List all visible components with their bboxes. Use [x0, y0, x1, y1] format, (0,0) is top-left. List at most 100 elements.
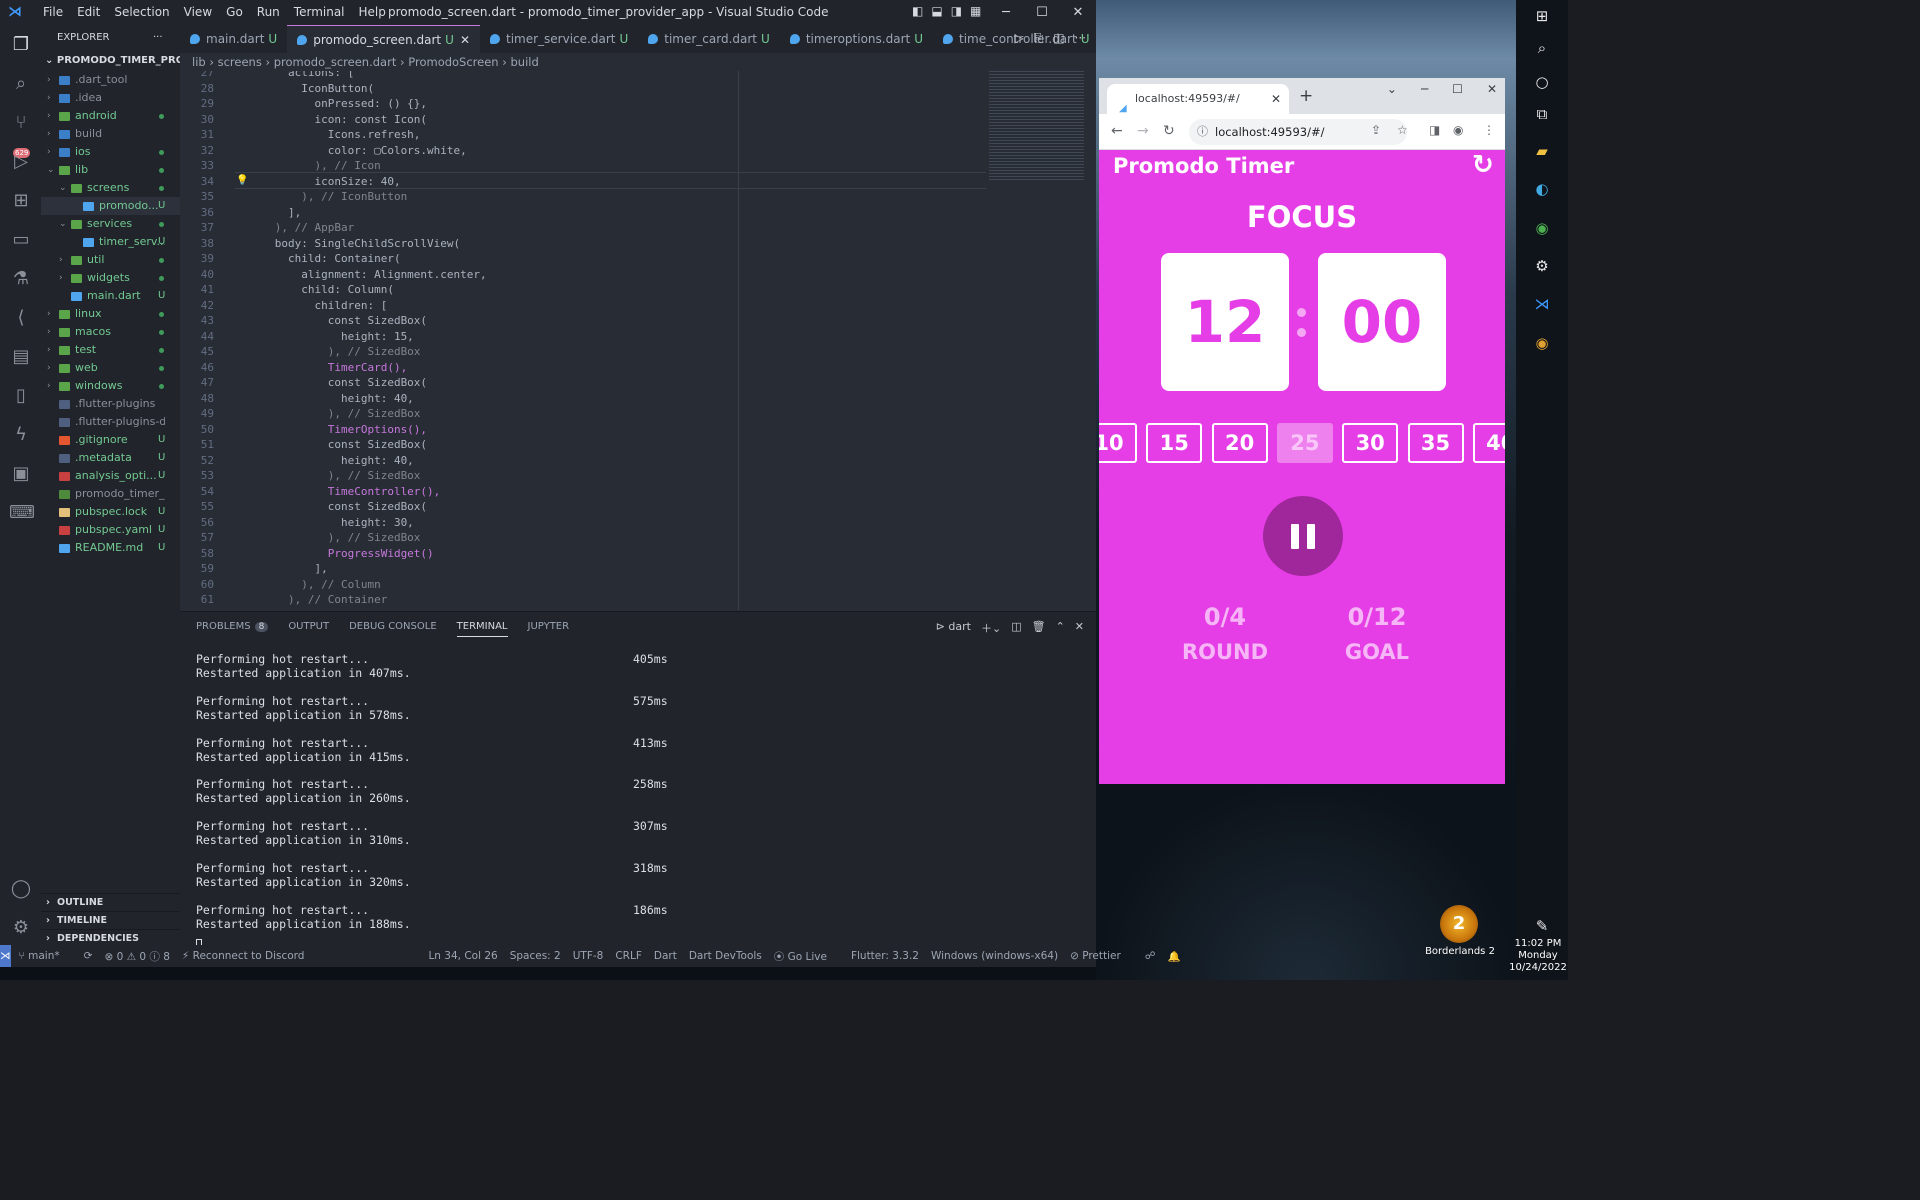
file-tree-item[interactable]: › util [41, 251, 180, 269]
edge-icon[interactable]: ◐ [1532, 179, 1552, 199]
close-panel-icon[interactable]: ✕ [1075, 620, 1084, 636]
task-view-icon[interactable]: ⧉ [1532, 104, 1552, 124]
tab-timer-card-dart[interactable]: timer_card.dart U [638, 25, 780, 53]
file-tree-item[interactable]: › web [41, 359, 180, 377]
file-tree-item[interactable]: .flutter-plugins-de... [41, 413, 180, 431]
side-panel-icon[interactable]: ◨ [1429, 123, 1440, 137]
tab-promodo-screen-dart[interactable]: promodo_screen.dart U ✕ [287, 25, 480, 53]
discord-status[interactable]: ⚡ Reconnect to Discord [182, 950, 317, 962]
profile-avatar-icon[interactable]: ◉ [1453, 123, 1463, 137]
file-tree-item[interactable]: › .dart_tool [41, 71, 180, 89]
code-editor[interactable]: 27 actions: [28 IconButton(29 onPressed:… [180, 71, 1096, 610]
file-tree-item[interactable]: analysis_opti... U [41, 467, 180, 485]
file-tree-item[interactable]: › linux [41, 305, 180, 323]
panel-tab-terminal[interactable]: TERMINAL [456, 621, 508, 637]
pen-icon[interactable]: ✎ [1532, 916, 1552, 936]
open-changes-icon[interactable]: ⎘ [1034, 31, 1044, 46]
file-tree-item[interactable]: main.dart U [41, 287, 180, 305]
testing-icon[interactable]: ⚗ [9, 267, 33, 291]
file-tree-item[interactable]: README.md U [41, 539, 180, 557]
file-explorer-icon[interactable]: ▰ [1532, 141, 1552, 161]
file-tree-item[interactable]: › ios [41, 143, 180, 161]
browser-tab[interactable]: ◢ localhost:49593/#/ ✕ [1107, 84, 1289, 114]
file-tree-item[interactable]: › test [41, 341, 180, 359]
taskbar-search-icon[interactable]: ⌕ [1532, 38, 1552, 58]
new-terminal-icon[interactable]: ＋⌄ [981, 620, 1001, 636]
toggle-panel-icon[interactable]: ⬓ [931, 4, 942, 18]
file-tree-item[interactable]: promodo... U [41, 197, 180, 215]
share-icon[interactable]: ⇪ [1371, 123, 1381, 137]
minimap[interactable] [989, 71, 1084, 181]
lightbulb-icon[interactable]: 💡 [236, 175, 248, 186]
timer-option-10[interactable]: 10 [1099, 423, 1137, 463]
remote-indicator-icon[interactable]: ⋊ [0, 945, 11, 967]
feedback-icon[interactable]: ☍ [1145, 950, 1156, 962]
file-tree-item[interactable]: › macos [41, 323, 180, 341]
extensions-icon[interactable]: ⊞ [9, 189, 33, 213]
reload-icon[interactable]: ↻ [1163, 123, 1175, 139]
vscode-taskbar-icon[interactable]: ⋊ [1532, 294, 1552, 314]
pause-button[interactable] [1263, 496, 1343, 576]
section-timeline[interactable]: › TIMELINE [41, 911, 180, 929]
file-tree-item[interactable]: ⌄ screens [41, 179, 180, 197]
timer-option-25[interactable]: 25 [1276, 423, 1333, 463]
browser-close-button[interactable]: ✕ [1487, 82, 1497, 96]
notifications-bell-icon[interactable]: 🔔 [1167, 950, 1180, 963]
site-info-icon[interactable]: ⓘ [1197, 119, 1208, 145]
run-debug-icon[interactable]: ▷ [9, 150, 33, 174]
menu-item-selection[interactable]: Selection [107, 5, 176, 19]
settings-app-icon[interactable]: ⚙ [1532, 256, 1552, 276]
split-terminal-icon[interactable]: ◫ [1011, 620, 1021, 636]
branch-status[interactable]: ⑂ main* [19, 950, 72, 962]
device-icon[interactable]: ▯ [9, 384, 33, 408]
remote-explorer-icon[interactable]: ▭ [9, 228, 33, 252]
panel-tab-problems[interactable]: PROBLEMS 8 [196, 621, 269, 637]
timer-option-30[interactable]: 30 [1342, 423, 1399, 463]
panel-tab-output[interactable]: OUTPUT [288, 621, 329, 637]
indentation-status[interactable]: Spaces: 2 [510, 950, 561, 962]
tab-timeroptions-dart[interactable]: timeroptions.dart U [780, 25, 933, 53]
tab-main-dart[interactable]: main.dart U [180, 25, 287, 53]
eol-status[interactable]: CRLF [615, 950, 642, 962]
breadcrumb[interactable]: lib › screens › promodo_screen.dart › Pr… [180, 53, 539, 71]
settings-gear-icon[interactable]: ⚙ [9, 916, 33, 940]
split-editor-icon[interactable]: ◫ [1053, 31, 1064, 46]
device-status[interactable]: Windows (windows-x64) [931, 950, 1058, 962]
menu-item-view[interactable]: View [177, 5, 219, 19]
panel-tab-jupyter[interactable]: JUPYTER [528, 621, 570, 637]
project-root[interactable]: ⌄ PROMODO_TIMER_PROVI... [41, 51, 180, 71]
timer-option-15[interactable]: 15 [1146, 423, 1203, 463]
file-tree-item[interactable]: .gitignore U [41, 431, 180, 449]
browser-minimize-button[interactable]: ─ [1421, 82, 1428, 96]
file-tree-item[interactable]: .metadata U [41, 449, 180, 467]
browser-maximize-button[interactable]: ☐ [1452, 82, 1463, 96]
file-tree-item[interactable]: › widgets [41, 269, 180, 287]
panel-tab-debug-console[interactable]: DEBUG CONSOLE [349, 621, 437, 637]
terminal-view-icon[interactable]: ⌨ [9, 501, 35, 525]
language-status[interactable]: Dart [654, 950, 677, 962]
toggle-sidebar-icon[interactable]: ◧ [912, 4, 923, 18]
refresh-icon[interactable]: ↻ [1472, 150, 1494, 180]
source-control-icon[interactable]: ⑂ [9, 111, 33, 135]
run-icon[interactable]: ▷ [1014, 31, 1023, 46]
new-tab-button[interactable]: + [1299, 86, 1313, 106]
cortana-icon[interactable]: ○ [1532, 72, 1552, 92]
menu-item-edit[interactable]: Edit [70, 5, 107, 19]
cursor-position[interactable]: Ln 34, Col 26 [428, 950, 497, 962]
menu-item-go[interactable]: Go [219, 5, 250, 19]
devtools-status[interactable]: Dart DevTools [689, 950, 762, 962]
borderlands-2-icon[interactable]: 2 [1440, 905, 1478, 943]
forward-icon[interactable]: → [1137, 123, 1149, 139]
menu-item-file[interactable]: File [36, 5, 70, 19]
maximize-button[interactable]: ☐ [1024, 0, 1060, 25]
bookmark-star-icon[interactable]: ☆ [1397, 123, 1408, 137]
menu-item-help[interactable]: Help [352, 5, 393, 19]
close-tab-icon[interactable]: ✕ [460, 33, 470, 47]
terminal-selector[interactable]: ⊳ dart [936, 620, 971, 636]
windows-start-icon[interactable]: ⊞ [1532, 6, 1552, 26]
search-icon[interactable]: ⌕ [9, 72, 33, 96]
maximize-panel-icon[interactable]: ⌃ [1056, 620, 1065, 636]
timer-option-35[interactable]: 35 [1407, 423, 1464, 463]
close-tab-icon[interactable]: ✕ [1271, 84, 1281, 114]
file-tree-item[interactable]: ⌄ lib [41, 161, 180, 179]
